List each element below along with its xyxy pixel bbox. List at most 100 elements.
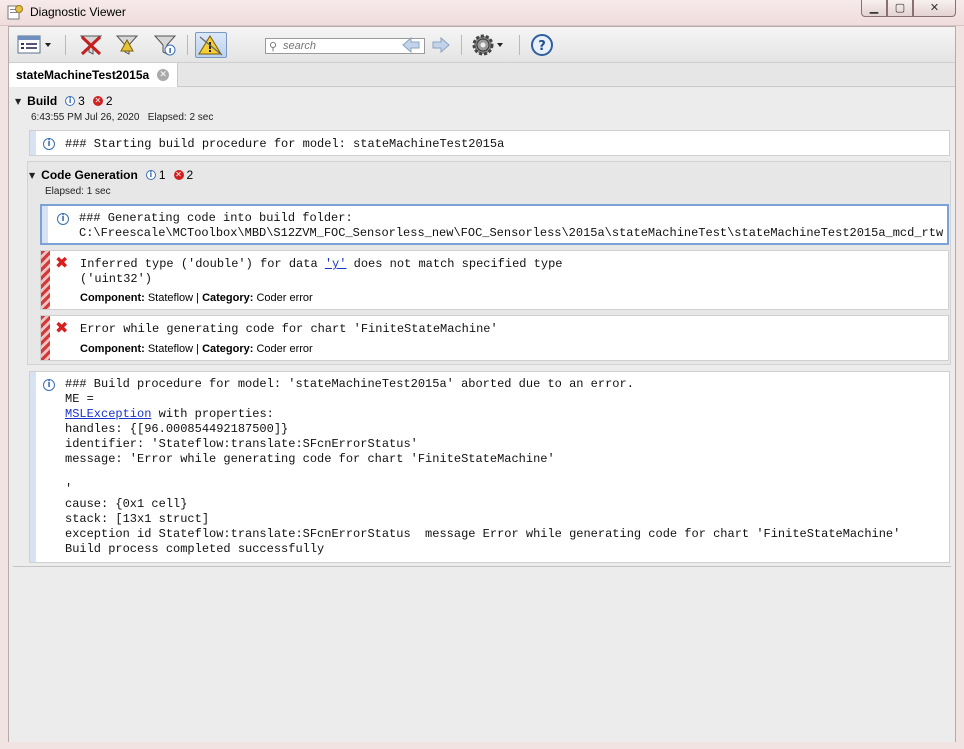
- message-line-2: C:\Freescale\MCToolbox\MBD\S12ZVM_FOC_Se…: [79, 226, 944, 240]
- warnings-toggle-button[interactable]: [195, 32, 227, 58]
- search-icon: ⚲: [269, 40, 278, 53]
- info-icon: i: [65, 96, 76, 106]
- gear-icon: [472, 34, 503, 56]
- info-count: 1: [158, 168, 166, 182]
- collapse-triangle-icon[interactable]: ▼: [29, 171, 35, 180]
- final-line-1: ### Build procedure for model: 'stateMac…: [65, 377, 634, 391]
- maximize-button[interactable]: ▢: [887, 0, 913, 17]
- final-line-5: identifier: 'Stateflow:translate:SFcnErr…: [65, 437, 418, 451]
- close-button[interactable]: ✕: [913, 0, 956, 17]
- close-icon: ✕: [929, 1, 940, 14]
- error-count: 2: [186, 168, 194, 182]
- final-line-11: Build process completed successfully: [65, 542, 325, 556]
- info-icon: i: [43, 379, 55, 391]
- error-count-badge: ✕ 2: [173, 168, 194, 182]
- title-bar: Diagnostic Viewer ▁ ▢ ✕: [0, 0, 964, 26]
- tab-statemachinetest[interactable]: stateMachineTest2015a ✕: [9, 63, 179, 87]
- window-title: Diagnostic Viewer: [30, 5, 126, 19]
- maximize-icon: ▢: [894, 1, 906, 14]
- error-message-inferred-type[interactable]: ✖ Inferred type ('double') for data 'y' …: [40, 250, 949, 310]
- final-line-2: ME =: [65, 392, 94, 406]
- error-meta: Component: Stateflow | Category: Coder e…: [80, 292, 313, 304]
- settings-button[interactable]: [469, 32, 509, 58]
- error-line-1: Error while generating code for chart 'F…: [80, 322, 498, 336]
- code-generation-header[interactable]: ▼ Code Generation i 1 ✕ 2: [29, 168, 193, 182]
- category-label: Category:: [202, 343, 254, 355]
- info-icon: i: [145, 170, 156, 180]
- minimize-icon: ▁: [869, 1, 879, 14]
- build-section-header[interactable]: ▼ Build i 3 ✕ 2: [15, 94, 113, 108]
- clear-button[interactable]: [77, 32, 105, 58]
- toolbar-separator: [65, 35, 66, 55]
- final-line-7: ': [65, 482, 73, 496]
- toolbar-separator: [519, 35, 520, 55]
- message-bar: [42, 206, 48, 243]
- collapse-triangle-icon[interactable]: ▼: [15, 97, 21, 106]
- clear-filter-icon: [79, 35, 103, 56]
- error-text-pre: Inferred type ('double') for data: [80, 257, 325, 271]
- final-line-3-post: with properties:: [151, 407, 274, 421]
- message-build-aborted[interactable]: i ### Build procedure for model: 'stateM…: [29, 371, 950, 563]
- error-text-post: does not match specified type: [346, 257, 563, 271]
- info-count-badge: i 1: [145, 168, 166, 182]
- error-count-badge: ✕ 2: [92, 94, 113, 108]
- category-value: Coder error: [256, 343, 313, 355]
- tab-strip: stateMachineTest2015a ✕: [9, 63, 955, 87]
- final-line-6: message: 'Error while generating code fo…: [65, 452, 555, 466]
- message-text: ### Starting build procedure for model: …: [65, 137, 505, 151]
- message-bar: [30, 131, 36, 155]
- component-value: Stateflow: [147, 343, 194, 355]
- info-count: 3: [78, 94, 85, 108]
- info-icon: i: [43, 138, 55, 150]
- final-line-9: stack: [13x1 struct]: [65, 512, 210, 526]
- component-label: Component:: [80, 292, 145, 304]
- category-value: Coder error: [256, 292, 313, 304]
- warning-icon: [198, 35, 223, 56]
- error-line-2: ('uint32'): [80, 272, 153, 286]
- minimize-button[interactable]: ▁: [861, 0, 887, 17]
- category-label: Category:: [202, 292, 254, 304]
- tab-label: stateMachineTest2015a: [16, 68, 150, 82]
- error-meta: Component: Stateflow | Category: Coder e…: [80, 343, 313, 355]
- arrow-right-icon: [432, 36, 450, 54]
- window-controls: ▁ ▢ ✕: [861, 0, 956, 18]
- final-line-10: exception id Stateflow:translate:SFcnErr…: [65, 527, 901, 541]
- section-divider: [13, 566, 951, 567]
- forward-button[interactable]: [429, 32, 453, 58]
- info-count-badge: i 3: [65, 94, 85, 108]
- message-starting-build[interactable]: i ### Starting build procedure for model…: [29, 130, 950, 156]
- app-icon: [7, 5, 23, 20]
- error-message-chart[interactable]: ✖ Error while generating code for chart …: [40, 315, 949, 361]
- data-link-y[interactable]: 'y': [325, 257, 347, 271]
- code-generation-title: Code Generation: [41, 168, 138, 182]
- filter-info-icon: [153, 35, 177, 56]
- view-menu-button[interactable]: [15, 32, 55, 58]
- code-generation-elapsed: Elapsed: 1 sec: [45, 186, 111, 197]
- error-line-1: Inferred type ('double') for data 'y' do…: [80, 257, 563, 272]
- viewer-panel: ⚲ ?: [8, 26, 956, 742]
- error-icon: ✕: [173, 170, 184, 180]
- message-bar: [30, 372, 36, 562]
- error-bar: [41, 251, 50, 309]
- toolbar-separator: [187, 35, 188, 55]
- final-line-4: handles: {[96.000854492187500]}: [65, 422, 289, 436]
- message-line-1: ### Generating code into build folder:: [79, 211, 353, 225]
- filter-icon: [115, 35, 139, 55]
- build-title: Build: [27, 94, 58, 108]
- final-line-3: MSLException with properties:: [65, 407, 274, 422]
- component-label: Component:: [80, 343, 145, 355]
- info-icon: i: [57, 213, 69, 225]
- list-view-icon: [17, 35, 51, 54]
- help-button[interactable]: ?: [529, 32, 555, 58]
- final-line-8: cause: {0x1 cell}: [65, 497, 188, 511]
- svg-text:?: ?: [538, 39, 546, 54]
- arrow-left-icon: [402, 36, 420, 54]
- filter-info-button[interactable]: [151, 32, 179, 58]
- message-generating-code[interactable]: i ### Generating code into build folder:…: [40, 204, 949, 245]
- back-button[interactable]: [399, 32, 423, 58]
- diagnostic-content: ▼ Build i 3 ✕ 2 6:43:55 PM Jul 26, 2020 …: [9, 88, 955, 742]
- filter-errors-button[interactable]: [113, 32, 141, 58]
- msl-exception-link[interactable]: MSLException: [65, 407, 151, 421]
- tab-close-icon[interactable]: ✕: [157, 69, 170, 81]
- error-x-icon: ✖: [55, 253, 69, 272]
